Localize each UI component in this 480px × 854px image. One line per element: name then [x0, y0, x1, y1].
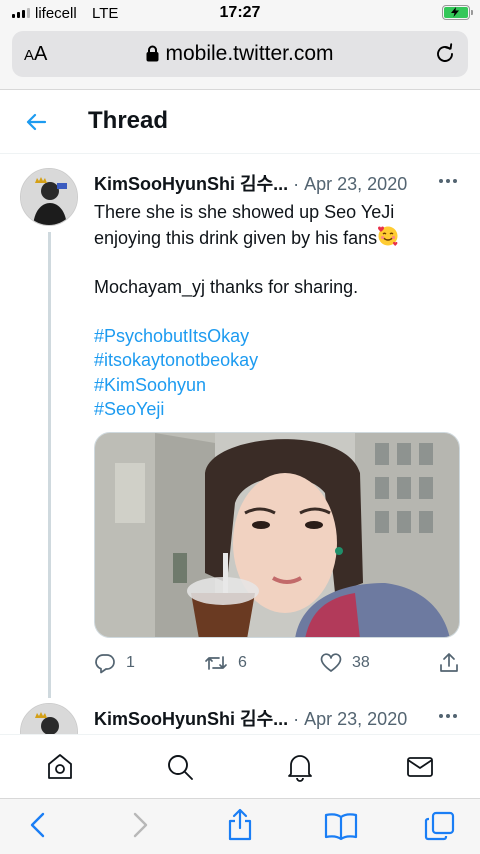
search-icon[interactable] — [166, 752, 194, 782]
like-button[interactable]: 38 — [320, 652, 370, 674]
like-count: 38 — [352, 654, 370, 671]
bottom-navigation — [0, 734, 480, 798]
thread-connector-line — [48, 232, 51, 698]
hashtag-link[interactable]: #PsychobutItsOkay — [94, 324, 464, 349]
browser-forward-icon[interactable] — [130, 811, 150, 839]
url-text: mobile.twitter.com — [165, 42, 334, 65]
browser-toolbar — [0, 798, 480, 854]
tweet-date[interactable]: Apr 23, 2020 — [304, 174, 407, 194]
tweet-text: There she is she showed up Seo YeJi enjo… — [94, 200, 464, 422]
hashtag-link[interactable]: #KimSoohyun — [94, 373, 464, 398]
clock: 17:27 — [219, 4, 261, 21]
tweet-actions: 1 6 38 — [94, 652, 464, 678]
tweet-header: KimSooHyunShi 김수... · Apr 23, 2020 — [94, 705, 407, 731]
avatar[interactable] — [20, 168, 78, 226]
hashtag-link[interactable]: #SeoYeji — [94, 397, 464, 422]
home-icon[interactable] — [46, 752, 74, 782]
smiling-face-with-hearts-icon — [378, 226, 398, 246]
reply-icon — [95, 654, 115, 674]
retweet-icon — [205, 656, 227, 670]
tweet-photo[interactable] — [94, 432, 460, 638]
heart-icon — [320, 653, 342, 672]
back-arrow-icon[interactable] — [24, 110, 48, 134]
separator: · — [288, 709, 305, 729]
hashtag-list: #PsychobutItsOkay #itsokaytonotbeokay #K… — [94, 324, 464, 422]
notifications-icon[interactable] — [286, 752, 314, 782]
battery-icon — [442, 5, 473, 20]
separator: · — [288, 174, 305, 194]
reply-button[interactable]: 1 — [94, 652, 135, 674]
more-options-icon[interactable] — [438, 706, 458, 726]
author-name[interactable]: KimSooHyunShi 김수... — [94, 174, 288, 194]
browser-address-area: AA mobile.twitter.com — [0, 26, 480, 90]
share-icon — [440, 653, 458, 672]
page-title: Thread — [88, 107, 169, 134]
bookmarks-icon[interactable] — [324, 811, 358, 841]
more-options-icon[interactable] — [438, 171, 458, 191]
hashtag-link[interactable]: #itsokaytonotbeokay — [94, 348, 464, 373]
url-field[interactable]: mobile.twitter.com — [12, 42, 468, 66]
tweet-paragraph: Mochayam_yj thanks for sharing. — [94, 276, 359, 297]
tabs-icon[interactable] — [424, 811, 456, 841]
browser-back-icon[interactable] — [28, 811, 48, 839]
reload-icon[interactable] — [434, 43, 456, 65]
tweet-header: KimSooHyunShi 김수... · Apr 23, 2020 — [94, 170, 407, 196]
reply-count: 1 — [126, 654, 135, 671]
tweet-date[interactable]: Apr 23, 2020 — [304, 709, 407, 729]
author-name[interactable]: KimSooHyunShi 김수... — [94, 709, 288, 729]
retweet-button[interactable]: 6 — [204, 652, 247, 674]
tweet-paragraph: There she is she showed up Seo YeJi enjo… — [94, 200, 464, 250]
browser-share-icon[interactable] — [226, 807, 254, 841]
share-button[interactable] — [438, 652, 460, 674]
address-bar[interactable]: AA mobile.twitter.com — [12, 31, 468, 77]
thread-header: Thread — [0, 91, 480, 154]
tweet-line-1: There she is she showed up Seo YeJi enjo… — [94, 202, 395, 248]
retweet-count: 6 — [238, 654, 247, 671]
status-bar: lifecell LTE 17:27 — [0, 0, 480, 26]
messages-icon[interactable] — [406, 752, 434, 782]
lock-icon — [146, 45, 159, 62]
